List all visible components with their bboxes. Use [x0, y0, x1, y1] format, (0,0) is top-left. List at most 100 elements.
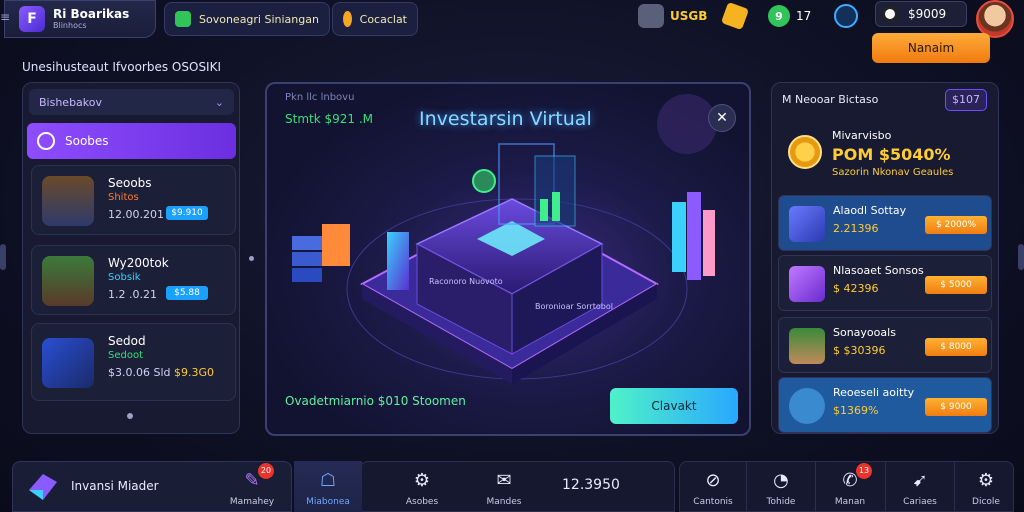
lightning-icon: [720, 1, 750, 31]
clavakt-button[interactable]: Clavakt: [610, 388, 738, 424]
offer-card[interactable]: Reoeseli aoitty $1369% $ 9000: [778, 377, 992, 433]
coin-icon: [882, 6, 898, 22]
center-green-stat: Stmtk $921 .M: [285, 112, 374, 126]
nav-tohide[interactable]: ◔ Tohide: [747, 461, 815, 512]
coin-balance[interactable]: $9009: [875, 1, 967, 27]
feature-line-1: Mivarvisbo: [832, 129, 892, 142]
coin-balance-value: $9009: [908, 7, 947, 21]
menu-icon[interactable]: ≡: [0, 10, 10, 26]
item-value: 12.00.201: [108, 208, 164, 221]
feature-line-3: Sazorin Nkonav Geaules: [832, 167, 954, 178]
tab-top-1-label: Sovoneagri Siniangan: [199, 12, 319, 26]
nav-mamahey[interactable]: ✎ Mamahey 20: [218, 461, 286, 512]
scroll-right-handle[interactable]: [1018, 244, 1024, 270]
character-avatar: [42, 176, 94, 226]
nav-label: Mamahey: [229, 497, 275, 507]
chart-icon: [175, 11, 191, 27]
center-title: Investarsin Virtual: [419, 108, 592, 130]
logo-icon: F: [19, 6, 45, 32]
left-panel-header: Bishebakov: [39, 95, 103, 109]
nav-label: Manan: [834, 497, 866, 507]
nav-label: Cantonis: [693, 497, 733, 507]
item-name: Wy200tok: [108, 256, 169, 270]
offer-name: Nlasoaet Sonsos: [833, 264, 924, 277]
notification-badge: 20: [258, 463, 274, 479]
left-panel-selected-item[interactable]: Soobes: [27, 123, 236, 159]
brand-title: Ri Boarikas: [53, 6, 130, 21]
stat-gems[interactable]: 9 17: [768, 4, 811, 28]
offer-name: Sonayooals: [833, 326, 896, 339]
character-avatar: [789, 328, 825, 364]
offer-card[interactable]: Nlasoaet Sonsos $ 42396 $ 5000: [778, 255, 992, 311]
offer-card[interactable]: Sonayooals $ $30396 $ 8000: [778, 317, 992, 373]
left-panel-dropdown[interactable]: Bishebakov ⌄: [29, 89, 234, 115]
item-name: Seoobs: [108, 176, 152, 190]
blocks-icon: [789, 206, 825, 242]
cube-icon: [789, 266, 825, 302]
scroll-indicator: [127, 413, 133, 419]
item-sub: Sobsik: [108, 272, 141, 283]
notification-badge: 13: [856, 463, 872, 479]
item-tag: $9.910: [166, 206, 208, 220]
user-icon: ☖: [319, 469, 337, 491]
nav-mandes[interactable]: ✉ Mandes: [470, 461, 538, 512]
tab-top-2[interactable]: Cocaclat: [332, 2, 418, 36]
item-value: 1.2 .0.21: [108, 288, 157, 301]
svg-text:Boronioar Sorrtobol: Boronioar Sorrtobol: [535, 302, 613, 311]
offer-tag: $ 9000: [925, 398, 987, 416]
stat-boost[interactable]: 9: [720, 1, 750, 31]
counter-value: 12.3950: [562, 477, 620, 493]
left-panel-selected-label: Soobes: [65, 134, 109, 148]
item-sub: Shitos: [108, 192, 139, 203]
nav-cariaes[interactable]: ➹ Cariaes: [886, 461, 954, 512]
brand-logo[interactable]: F Ri Boarikas Blinhocs: [4, 0, 156, 38]
nav-label: Cariaes: [903, 497, 937, 507]
item-value: $3.0.06 Sld $9.3G0: [108, 366, 215, 379]
offer-value: 2.21396: [833, 222, 879, 235]
app-logo-icon: [29, 474, 57, 500]
offer-value: $ $30396: [833, 344, 886, 357]
stat-usgb-value: USGB: [670, 9, 708, 23]
offer-name: Reoeseli aoitty: [833, 386, 915, 399]
section-title: Unesihusteaut Ifvoorbes OSOSIKI: [22, 60, 222, 74]
offer-value: $ 42396: [833, 282, 879, 295]
compass-icon: ⊘: [705, 469, 721, 491]
refresh-icon[interactable]: [834, 4, 858, 28]
tab-top-1[interactable]: Sovoneagri Siniangan: [164, 2, 330, 36]
item-tag: $5.88: [166, 286, 208, 300]
right-panel: M Neooar Bictaso $107 Mivarvisbo POM $50…: [771, 82, 999, 434]
chat-icon: ✉: [496, 469, 512, 491]
character-avatar: [42, 256, 94, 306]
list-item[interactable]: Wy200tok Sobsik 1.2 .0.21 $5.88: [31, 245, 236, 315]
close-icon[interactable]: ✕: [708, 104, 736, 132]
coin-icon: [788, 135, 822, 169]
list-item[interactable]: Sedod Sedoot $3.0.06 Sld $9.3G0: [31, 323, 236, 401]
scroll-left-handle[interactable]: [0, 244, 6, 270]
svg-text:Raconoro Nuovoto: Raconoro Nuovoto: [429, 277, 503, 286]
nav-dicole[interactable]: ⚙ Dicole: [955, 461, 1017, 512]
chevron-down-icon: ⌄: [214, 95, 224, 109]
right-panel-badge[interactable]: $107: [945, 89, 987, 111]
nav-label: Tohide: [766, 497, 796, 507]
nav-miabonea[interactable]: ☖ Miabonea: [294, 461, 362, 512]
nav-label: Mandes: [486, 497, 522, 507]
offer-card[interactable]: Alaodl Sottay 2.21396 $ 2000%: [778, 195, 992, 251]
box-icon: [42, 338, 94, 388]
gem-icon: 9: [768, 5, 790, 27]
nav-cantonis[interactable]: ⊘ Cantonis: [679, 461, 747, 512]
settings-icon: ⚙: [977, 469, 995, 491]
list-item[interactable]: Seoobs Shitos 12.00.201 $9.910: [31, 165, 236, 235]
clock-icon: ◔: [773, 469, 789, 491]
nanaim-button[interactable]: Nanaim: [872, 33, 990, 63]
brand-subtitle: Blinhocs: [53, 20, 87, 30]
nav-manan[interactable]: ✆ Manan 13: [816, 461, 884, 512]
rocket-icon: ➹: [912, 469, 928, 491]
stat-usgb[interactable]: USGB: [638, 4, 707, 28]
nav-label: Dicole: [972, 497, 1000, 507]
offer-tag: $ 8000: [925, 338, 987, 356]
nav-asobes[interactable]: ⚙ Asobes: [388, 461, 456, 512]
featured-offer[interactable]: Mivarvisbo POM $5040% Sazorin Nkonav Gea…: [782, 123, 990, 185]
offer-name: Alaodl Sottay: [833, 204, 907, 217]
offer-tag: $ 5000: [925, 276, 987, 294]
item-name: Sedod: [108, 334, 146, 348]
